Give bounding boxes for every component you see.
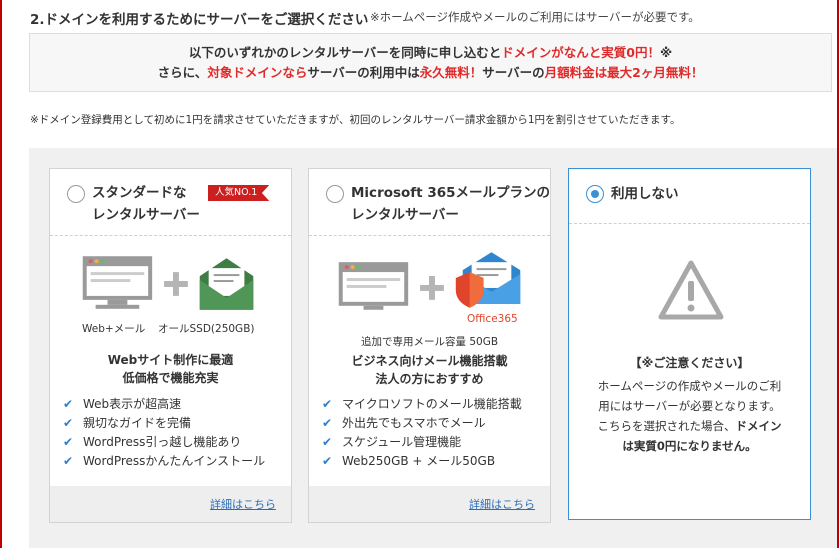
notice-highlight: 対象ドメインなら bbox=[207, 65, 308, 80]
section-title: 2.ドメインを利用するためにサーバーをご選択ください bbox=[30, 12, 369, 28]
caption-ssd: オールSSD(250GB) bbox=[158, 323, 255, 335]
list-item: ✔ 親切なガイドを完備 bbox=[63, 414, 265, 433]
warning-triangle-icon bbox=[658, 260, 724, 320]
option-card-microsoft365[interactable]: Microsoft 365メールプランの レンタルサーバー Office365 … bbox=[308, 168, 551, 523]
feature-title: Webサイト制作に最適 低価格で機能充実 bbox=[50, 351, 291, 387]
feature-line: 法人の方におすすめ bbox=[375, 372, 484, 386]
plus-icon bbox=[420, 276, 444, 300]
radio-standard[interactable] bbox=[67, 185, 85, 203]
list-item-text: WordPress引っ越し機能あり bbox=[83, 435, 242, 449]
notice-line-1: 以下のいずれかのレンタルサーバーを同時に申し込むとドメインがなんと実質0円！※ bbox=[30, 43, 831, 63]
notice-text: さらに、 bbox=[157, 65, 208, 80]
list-item-text: Web表示が超高速 bbox=[83, 397, 182, 411]
list-item: ✔ スケジュール管理機能 bbox=[322, 433, 522, 452]
card-header: スタンダードな レンタルサーバー 人気NO.1 bbox=[50, 169, 291, 236]
card-title: 利用しない bbox=[611, 186, 679, 202]
feature-line: Webサイト制作に最適 bbox=[107, 353, 234, 367]
notice-text: 以下のいずれかのレンタルサーバーを同時に申し込むと bbox=[188, 45, 502, 60]
card-footer: 詳細はこちら bbox=[50, 486, 291, 522]
list-item: ✔ Web表示が超高速 bbox=[63, 395, 265, 414]
frame-border-left bbox=[0, 0, 2, 548]
caption-web-mail: Web+メール bbox=[82, 323, 146, 335]
computer-icon bbox=[338, 262, 409, 310]
computer-icon bbox=[82, 256, 153, 309]
notice-highlight: ドメインがなんと実質0円！ bbox=[501, 45, 660, 60]
warning-title: 【※ご注意ください】 bbox=[629, 356, 750, 370]
card-title: Microsoft 365メールプランの レンタルサーバー bbox=[351, 182, 550, 226]
card-title: スタンダードな レンタルサーバー bbox=[92, 182, 200, 226]
feature-list: ✔ マイクロソフトのメール機能搭載 ✔ 外出先でもスマホでメール ✔ スケジュール管理… bbox=[322, 395, 522, 471]
notice-text: サーバーの利用中は bbox=[307, 65, 420, 80]
office365-label: Office365 bbox=[467, 313, 518, 325]
card-title-line: レンタルサーバー bbox=[351, 207, 459, 223]
plus-icon bbox=[164, 272, 188, 296]
check-icon: ✔ bbox=[63, 416, 74, 430]
list-item: ✔ 外出先でもスマホでメール bbox=[322, 414, 522, 433]
list-item-text: マイクロソフトのメール機能搭載 bbox=[342, 397, 522, 411]
warning-message: ホームページの作成やメールのご利 用にはサーバーが必要となります。 こちらを選択… bbox=[569, 376, 810, 456]
card-header: Microsoft 365メールプランの レンタルサーバー bbox=[309, 169, 550, 236]
radio-microsoft365[interactable] bbox=[326, 185, 344, 203]
list-item: ✔ WordPress引っ越し機能あり bbox=[63, 433, 265, 452]
feature-line: ビジネス向けメール機能搭載 bbox=[351, 354, 508, 368]
caption-mail-capacity: 追加で専用メール容量 50GB bbox=[361, 336, 499, 348]
feature-line: 低価格で機能充実 bbox=[122, 371, 219, 385]
check-icon: ✔ bbox=[322, 397, 333, 411]
campaign-notice: 以下のいずれかのレンタルサーバーを同時に申し込むとドメインがなんと実質0円！※ … bbox=[29, 33, 832, 92]
check-icon: ✔ bbox=[63, 454, 74, 468]
section-note: ※ホームページ作成やメールのご利用にはサーバーが必要です。 bbox=[370, 10, 700, 24]
notice-text: サーバーの bbox=[482, 65, 545, 80]
card-title-line: レンタルサーバー bbox=[92, 207, 200, 223]
web-mail-illustration bbox=[82, 256, 254, 310]
list-item-text: 外出先でもスマホでメール bbox=[342, 416, 486, 430]
list-item-text: Web250GB + メール50GB bbox=[342, 454, 496, 468]
green-envelope-icon bbox=[199, 258, 254, 310]
list-item: ✔ Web250GB + メール50GB bbox=[322, 452, 522, 471]
notice-line-2: さらに、対象ドメインならサーバーの利用中は永久無料！サーバーの月額料金は最大2ヶ… bbox=[30, 63, 831, 83]
check-icon: ✔ bbox=[322, 435, 333, 449]
footnote: ※ドメイン登録費用として初めに1円を請求させていただきますが、初回のレンタルサー… bbox=[30, 114, 681, 126]
notice-highlight: 永久無料！ bbox=[419, 65, 483, 80]
list-item-text: 親切なガイドを完備 bbox=[83, 416, 192, 430]
warning-line: は実質0円になりません。 bbox=[569, 436, 810, 456]
warning-line: ホームページの作成やメールのご利 bbox=[597, 379, 782, 393]
check-icon: ✔ bbox=[322, 454, 333, 468]
feature-title: ビジネス向けメール機能搭載 法人の方におすすめ bbox=[309, 352, 550, 388]
warning-emphasis: ドメイン bbox=[735, 419, 782, 433]
details-link[interactable]: 詳細はこちら bbox=[469, 496, 535, 512]
card-footer: 詳細はこちら bbox=[309, 486, 550, 522]
option-card-standard[interactable]: スタンダードな レンタルサーバー 人気NO.1 Web+メール オールSSD(2… bbox=[49, 168, 292, 523]
warning-emphasis: は実質0円になりません。 bbox=[622, 439, 757, 453]
option-card-none[interactable]: 利用しない 【※ご注意ください】 ホームページの作成やメールのご利 用にはサーバ… bbox=[568, 168, 811, 520]
list-item: ✔ マイクロソフトのメール機能搭載 bbox=[322, 395, 522, 414]
radio-none[interactable] bbox=[586, 185, 604, 203]
list-item-text: スケジュール管理機能 bbox=[342, 435, 462, 449]
notice-highlight: 月額料金は最大2ヶ月無料！ bbox=[544, 65, 704, 80]
list-item: ✔ WordPressかんたんインストール bbox=[63, 452, 265, 471]
office365-illustration bbox=[338, 252, 521, 310]
card-header: 利用しない bbox=[569, 169, 810, 224]
warning-line: こちらを選択された場合、ドメイン bbox=[569, 416, 810, 436]
feature-list: ✔ Web表示が超高速 ✔ 親切なガイドを完備 ✔ WordPress引っ越し機能あり… bbox=[63, 395, 265, 471]
details-link[interactable]: 詳細はこちら bbox=[210, 496, 276, 512]
list-item-text: WordPressかんたんインストール bbox=[83, 454, 266, 468]
warning-line: 用にはサーバーが必要となります。 bbox=[598, 399, 781, 413]
card-title-line: Microsoft 365メールプランの bbox=[351, 185, 551, 201]
check-icon: ✔ bbox=[322, 416, 333, 430]
check-icon: ✔ bbox=[63, 435, 74, 449]
popular-badge: 人気NO.1 bbox=[208, 185, 270, 201]
check-icon: ✔ bbox=[63, 397, 74, 411]
card-title-line: スタンダードな bbox=[92, 185, 187, 201]
warning-text: こちらを選択された場合、 bbox=[597, 419, 736, 433]
notice-text: ※ bbox=[659, 45, 673, 60]
